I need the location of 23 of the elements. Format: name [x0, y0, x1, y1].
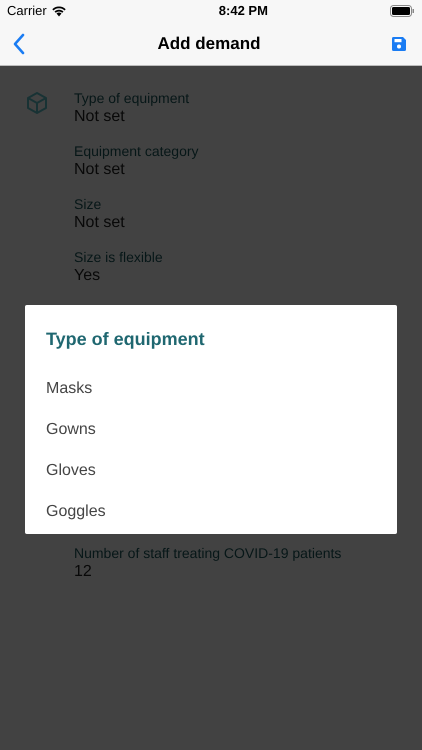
option-item[interactable]: Goggles	[25, 491, 397, 532]
field-value: Yes	[74, 266, 102, 286]
back-button[interactable]	[13, 32, 27, 56]
option-item[interactable]: Masks	[25, 368, 397, 409]
option-item[interactable]: Gloves	[25, 450, 397, 491]
wifi-icon	[50, 5, 67, 17]
field-value: Not set	[74, 160, 126, 180]
save-button[interactable]	[390, 36, 407, 52]
field-label: Size	[74, 196, 102, 213]
field-label: Equipment category	[74, 143, 199, 160]
dialog-title: Type of equipment	[45, 328, 206, 351]
field-value: Not set	[74, 107, 126, 127]
nav-title: Add demand	[158, 32, 260, 55]
field-label: Type of equipment	[74, 90, 190, 107]
option-item[interactable]: Gowns	[25, 409, 397, 450]
field-value: 12	[74, 562, 93, 582]
battery-icon	[390, 5, 415, 17]
cube-icon	[25, 91, 49, 115]
status-time: 8:42 PM	[218, 2, 268, 20]
carrier-label: Carrier	[7, 2, 47, 20]
field-label: Size is flexible	[74, 249, 163, 266]
field-value: Not set	[74, 213, 125, 233]
field-label: Number of staff treating COVID-19 patients	[74, 545, 342, 562]
